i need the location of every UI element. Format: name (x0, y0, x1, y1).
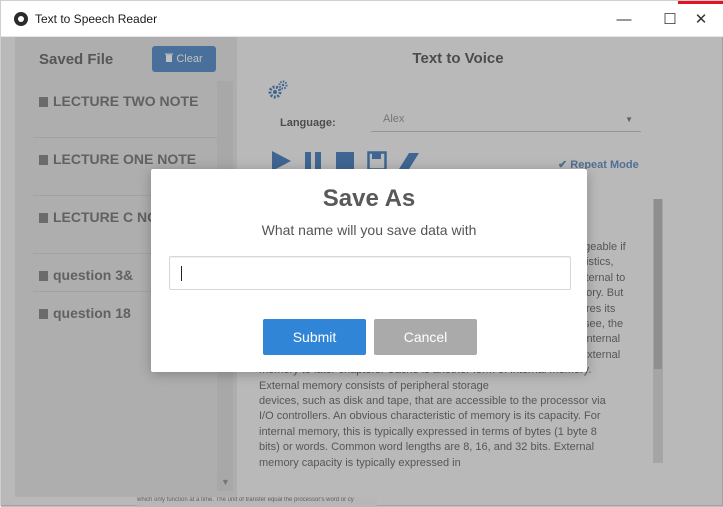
file-name-input[interactable] (169, 256, 571, 290)
app-logo-icon (14, 12, 28, 26)
submit-button[interactable]: Submit (263, 319, 366, 355)
minimize-button[interactable]: — (601, 1, 647, 37)
close-button[interactable]: ✕ (678, 1, 723, 37)
save-as-dialog: Save As What name will you save data wit… (151, 169, 587, 372)
title-bar: Text to Speech Reader — ☐ ✕ (1, 1, 723, 37)
app-window: Text to Speech Reader — ☐ ✕ Saved File C… (0, 0, 723, 507)
dialog-title: Save As (322, 185, 416, 212)
text-cursor (181, 266, 182, 281)
dialog-subtitle: What name will you save data with (261, 222, 477, 238)
close-highlight (678, 1, 723, 4)
cancel-button[interactable]: Cancel (374, 319, 477, 355)
window-title: Text to Speech Reader (35, 12, 158, 26)
